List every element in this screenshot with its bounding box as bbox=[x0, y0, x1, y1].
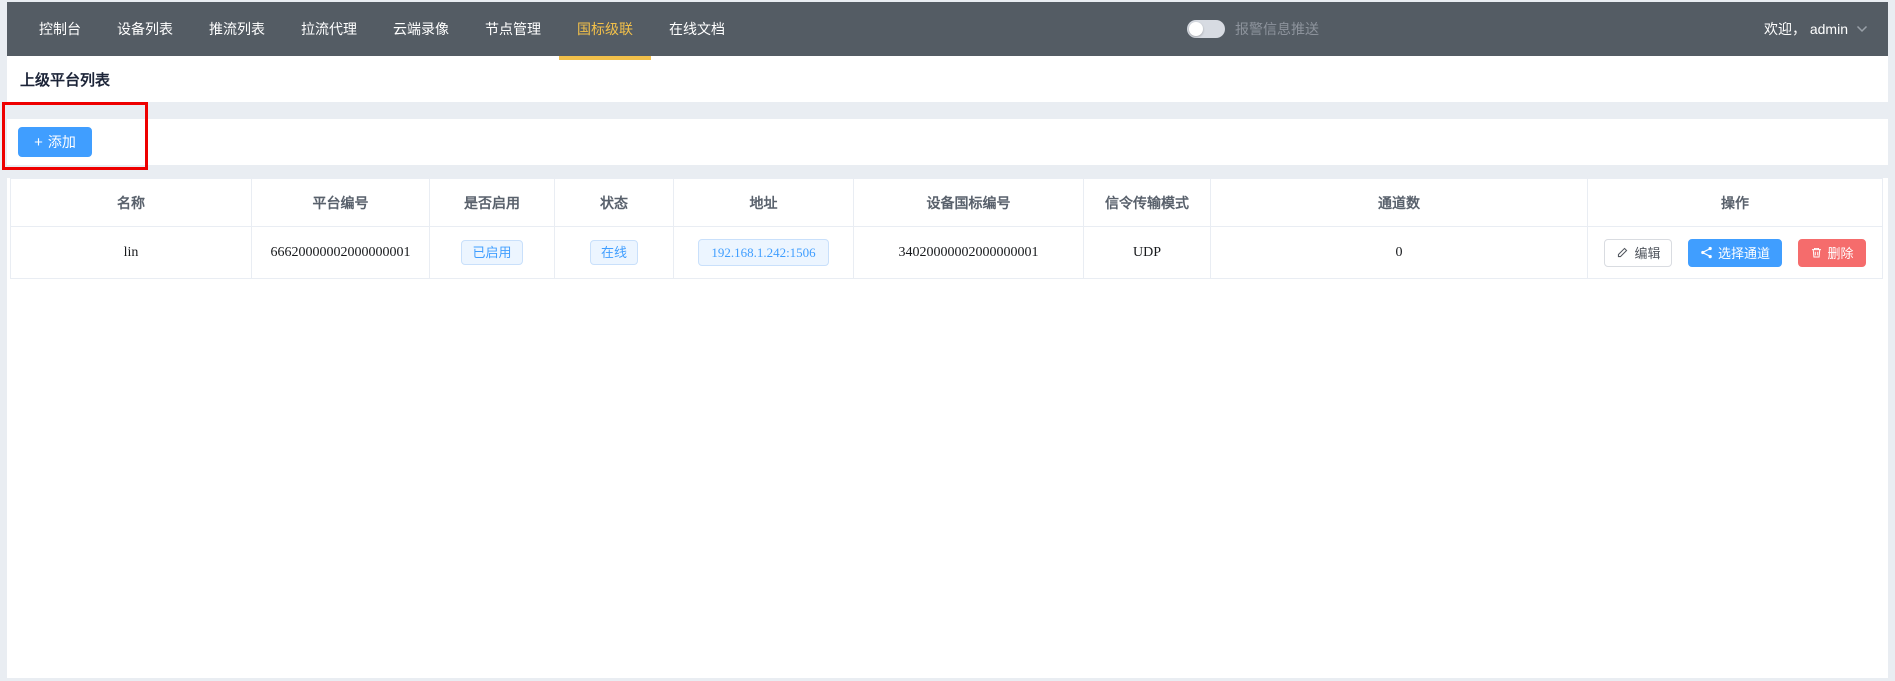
nav-item-label: 国标级联 bbox=[577, 19, 633, 39]
chevron-down-icon bbox=[1856, 25, 1868, 33]
top-navbar: 控制台 设备列表 推流列表 拉流代理 云端录像 节点管理 国标级联 在线文档 报… bbox=[7, 2, 1888, 56]
select-channel-button[interactable]: 选择通道 bbox=[1688, 239, 1782, 267]
delete-button-label: 删除 bbox=[1828, 243, 1854, 262]
nav-item-device-list[interactable]: 设备列表 bbox=[99, 2, 191, 56]
table-row: lin 66620000002000000001 已启用 在线 192.168.… bbox=[11, 227, 1883, 279]
cell-enabled: 已启用 bbox=[430, 227, 555, 279]
col-header-address: 地址 bbox=[674, 179, 854, 227]
spacer bbox=[7, 102, 1888, 119]
alarm-push-label: 报警信息推送 bbox=[1235, 19, 1319, 39]
active-tab-underline bbox=[559, 56, 651, 60]
app-container: 控制台 设备列表 推流列表 拉流代理 云端录像 节点管理 国标级联 在线文档 报… bbox=[7, 2, 1888, 678]
nav-item-node-manage[interactable]: 节点管理 bbox=[467, 2, 559, 56]
nav-item-online-docs[interactable]: 在线文档 bbox=[651, 2, 743, 56]
col-header-device-gb-id: 设备国标编号 bbox=[854, 179, 1084, 227]
toolbar: + 添加 bbox=[7, 119, 1888, 165]
add-button-label: 添加 bbox=[48, 132, 76, 152]
nav-item-gb-cascade[interactable]: 国标级联 bbox=[559, 2, 651, 56]
col-header-enabled: 是否启用 bbox=[430, 179, 555, 227]
table-header-row: 名称 平台编号 是否启用 状态 地址 设备国标编号 信令传输模式 通道数 操作 bbox=[11, 179, 1883, 227]
address-badge[interactable]: 192.168.1.242:1506 bbox=[698, 239, 828, 267]
cell-device-gb-id: 34020000002000000001 bbox=[854, 227, 1084, 279]
spacer bbox=[7, 165, 1888, 178]
nav-item-console[interactable]: 控制台 bbox=[21, 2, 99, 56]
enabled-badge: 已启用 bbox=[461, 240, 522, 266]
platform-table: 名称 平台编号 是否启用 状态 地址 设备国标编号 信令传输模式 通道数 操作 … bbox=[10, 178, 1883, 279]
col-header-transport: 信令传输模式 bbox=[1084, 179, 1211, 227]
nav-item-push-list[interactable]: 推流列表 bbox=[191, 2, 283, 56]
alarm-push-group: 报警信息推送 bbox=[1187, 2, 1319, 56]
plus-icon: + bbox=[34, 135, 43, 150]
edit-button[interactable]: 编辑 bbox=[1604, 239, 1672, 267]
col-header-status: 状态 bbox=[555, 179, 674, 227]
col-header-channels: 通道数 bbox=[1211, 179, 1588, 227]
delete-button[interactable]: 删除 bbox=[1798, 239, 1866, 267]
select-channel-label: 选择通道 bbox=[1718, 243, 1770, 262]
col-header-platform-id: 平台编号 bbox=[252, 179, 430, 227]
cell-channels: 0 bbox=[1211, 227, 1588, 279]
title-bar: 上级平台列表 bbox=[7, 56, 1888, 102]
cell-name: lin bbox=[11, 227, 252, 279]
user-menu[interactable]: 欢迎， admin bbox=[1764, 2, 1868, 56]
cell-platform-id: 66620000002000000001 bbox=[252, 227, 430, 279]
cell-actions: 编辑 选择通道 删除 bbox=[1588, 227, 1883, 279]
share-icon bbox=[1700, 246, 1713, 259]
trash-icon bbox=[1810, 246, 1823, 259]
toggle-knob bbox=[1189, 22, 1203, 36]
edit-button-label: 编辑 bbox=[1634, 243, 1660, 262]
cell-status: 在线 bbox=[555, 227, 674, 279]
col-header-actions: 操作 bbox=[1588, 179, 1883, 227]
welcome-text: 欢迎， admin bbox=[1764, 19, 1848, 39]
cell-transport: UDP bbox=[1084, 227, 1211, 279]
page-title: 上级平台列表 bbox=[20, 69, 110, 90]
status-badge: 在线 bbox=[590, 240, 638, 266]
nav-item-cloud-record[interactable]: 云端录像 bbox=[375, 2, 467, 56]
pencil-icon bbox=[1616, 246, 1629, 259]
add-button[interactable]: + 添加 bbox=[18, 127, 92, 157]
platform-table-card: 名称 平台编号 是否启用 状态 地址 设备国标编号 信令传输模式 通道数 操作 … bbox=[7, 178, 1888, 678]
cell-address: 192.168.1.242:1506 bbox=[674, 227, 854, 279]
nav-item-pull-proxy[interactable]: 拉流代理 bbox=[283, 2, 375, 56]
alarm-push-toggle[interactable] bbox=[1187, 20, 1225, 38]
col-header-name: 名称 bbox=[11, 179, 252, 227]
